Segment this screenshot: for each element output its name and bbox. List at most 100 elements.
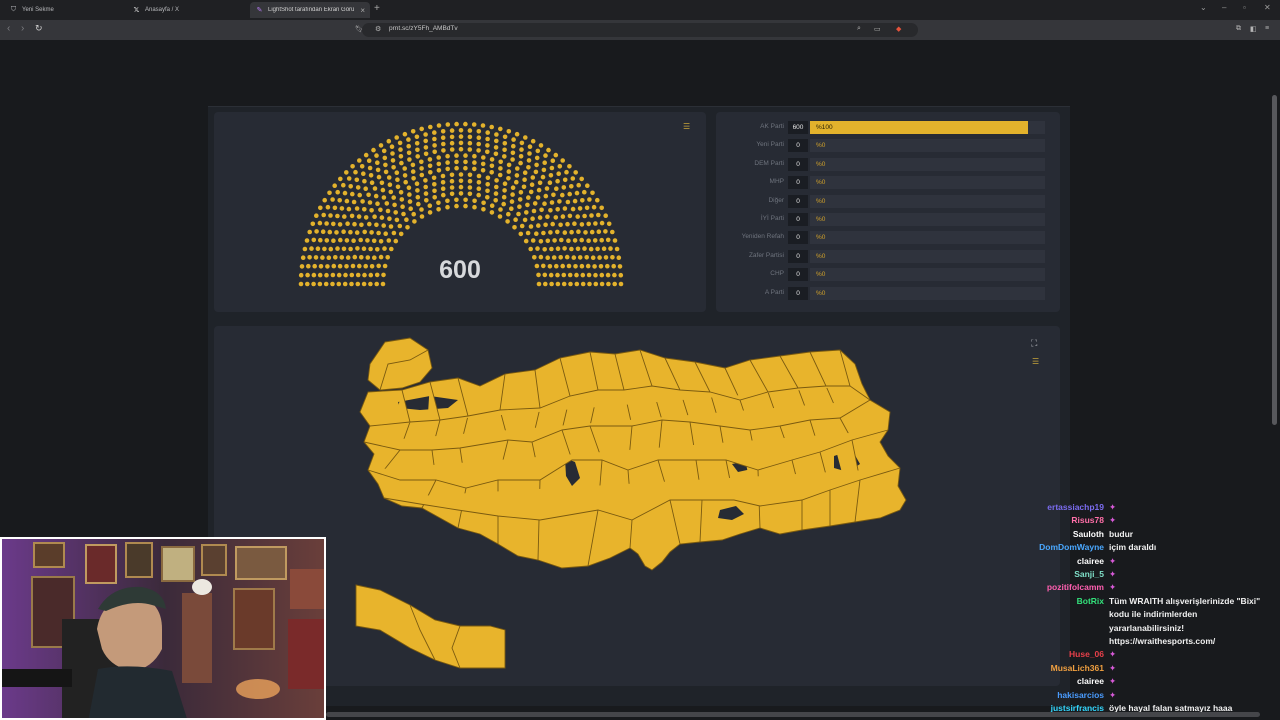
party-row: MHP 0 %0 xyxy=(728,176,1048,190)
seat-dot xyxy=(415,147,420,153)
chat-username[interactable]: BotRix xyxy=(1077,596,1104,606)
seat-dot xyxy=(555,229,560,235)
seat-dot xyxy=(351,199,357,205)
party-name: DEM Parti xyxy=(754,159,784,167)
seat-dot xyxy=(582,213,587,219)
seat-dot xyxy=(346,206,352,212)
seat-dot xyxy=(302,246,308,252)
seat-dot xyxy=(445,122,451,127)
back-icon[interactable]: ‹ xyxy=(7,23,10,34)
chat-username[interactable]: Sanji_5 xyxy=(1074,569,1104,579)
chevron-down-icon[interactable]: ⌄ xyxy=(1200,3,1207,12)
chat-username[interactable]: MusaLich361 xyxy=(1051,663,1104,673)
chat-username[interactable]: clairee xyxy=(1077,676,1104,686)
seat-dot xyxy=(344,264,349,269)
seat-dot xyxy=(378,239,384,244)
seat-dot xyxy=(386,238,392,243)
seat-dot xyxy=(423,184,428,190)
seat-dot xyxy=(568,281,573,287)
chat-username[interactable]: ertassiachp19 xyxy=(1047,502,1104,512)
seat-dot xyxy=(575,246,581,252)
seat-dot xyxy=(518,160,523,166)
seat-dot xyxy=(526,165,531,170)
seat-dot xyxy=(380,281,386,287)
seat-dot xyxy=(372,255,377,260)
vertical-scrollbar[interactable] xyxy=(1272,95,1277,425)
chat-username[interactable]: clairee xyxy=(1077,556,1104,566)
chat-username[interactable]: hakisarcios xyxy=(1057,690,1104,700)
seat-dot xyxy=(368,281,373,287)
seat-dot xyxy=(449,191,455,197)
forward-icon[interactable]: › xyxy=(21,23,24,34)
close-tab-icon[interactable]: × xyxy=(360,6,365,15)
seat-dot xyxy=(561,281,567,287)
seat-dot xyxy=(569,246,574,252)
close-window-icon[interactable]: ✕ xyxy=(1264,3,1271,12)
seat-dot xyxy=(366,192,371,198)
seat-dot xyxy=(606,221,612,227)
seat-dot xyxy=(562,177,568,183)
seat-dot xyxy=(530,138,536,144)
seat-dot xyxy=(394,170,400,175)
seat-dot xyxy=(555,178,560,184)
seat-dot xyxy=(428,170,433,175)
layers-icon[interactable]: ☰ xyxy=(683,122,690,131)
emote-icon: ✦ xyxy=(1109,649,1117,660)
seat-dot xyxy=(567,164,572,169)
webcam-overlay xyxy=(0,537,326,720)
layers-icon[interactable]: ☰ xyxy=(1032,357,1039,366)
seat-dot xyxy=(314,229,319,234)
seat-dot xyxy=(436,155,441,160)
seat-dot xyxy=(564,169,569,175)
seat-dot xyxy=(407,199,413,204)
seat-dot xyxy=(380,187,386,193)
seat-dot xyxy=(336,281,342,287)
party-percent: %0 xyxy=(816,160,826,168)
seat-dot xyxy=(480,168,486,173)
seat-dot xyxy=(576,229,581,234)
horizontal-scrollbar[interactable] xyxy=(326,712,1260,717)
party-bar-fill xyxy=(810,121,1028,134)
chat-username[interactable]: Risus78 xyxy=(1071,515,1104,525)
tab-x-home[interactable]: 𝕏 Anasayfa / X xyxy=(127,2,247,18)
seat-dot xyxy=(489,157,495,162)
seat-dot xyxy=(560,214,566,219)
fullscreen-icon[interactable]: ⛶ xyxy=(1031,338,1037,349)
screen-icon[interactable]: ▭ xyxy=(874,25,881,33)
seat-dot xyxy=(423,151,429,157)
seat-dot xyxy=(339,206,345,211)
seat-dot xyxy=(522,217,528,223)
minimize-icon[interactable]: – xyxy=(1222,3,1226,12)
site-info-icon[interactable]: ⚙︎ xyxy=(375,25,381,33)
seat-dot xyxy=(381,148,387,154)
seat-dot xyxy=(476,141,481,147)
brave-shield-icon[interactable]: ◆ xyxy=(896,25,901,33)
menu-icon[interactable]: ≡ xyxy=(1265,25,1269,32)
extensions-icon[interactable]: ⧉ xyxy=(1236,25,1241,33)
seat-dot xyxy=(603,229,608,234)
new-tab-button[interactable]: + xyxy=(374,3,380,14)
seat-dot xyxy=(375,201,380,206)
chat-username[interactable]: Huse_06 xyxy=(1069,649,1104,659)
seat-dot xyxy=(397,223,403,229)
reload-icon[interactable]: ↻ xyxy=(35,23,43,34)
seat-dot xyxy=(481,207,486,212)
seat-dot xyxy=(415,194,421,200)
maximize-icon[interactable]: ▫ xyxy=(1243,3,1246,12)
seat-dot xyxy=(542,272,548,278)
chat-username[interactable]: pozitifolcamm xyxy=(1047,582,1104,592)
tab-lightshot[interactable]: ✎ LightShot tarafından Ekran Görü × xyxy=(250,2,370,18)
seat-dot xyxy=(357,158,362,163)
zoom-icon[interactable]: ⌕ xyxy=(857,25,861,33)
seat-dot xyxy=(485,182,490,187)
tab-label: LightShot tarafından Ekran Görü xyxy=(268,7,355,13)
seat-dot xyxy=(580,198,585,203)
tab-new[interactable]: ⛉ Yeni Sekme xyxy=(4,2,124,18)
chat-username[interactable]: DomDomWayne xyxy=(1039,542,1104,552)
seat-dot xyxy=(540,174,546,180)
seat-dot xyxy=(333,255,338,260)
seat-dot xyxy=(593,221,598,226)
chat-username[interactable]: Sauloth xyxy=(1073,529,1104,539)
sidebar-icon[interactable]: ◧ xyxy=(1250,25,1257,33)
seat-dot xyxy=(516,211,521,217)
